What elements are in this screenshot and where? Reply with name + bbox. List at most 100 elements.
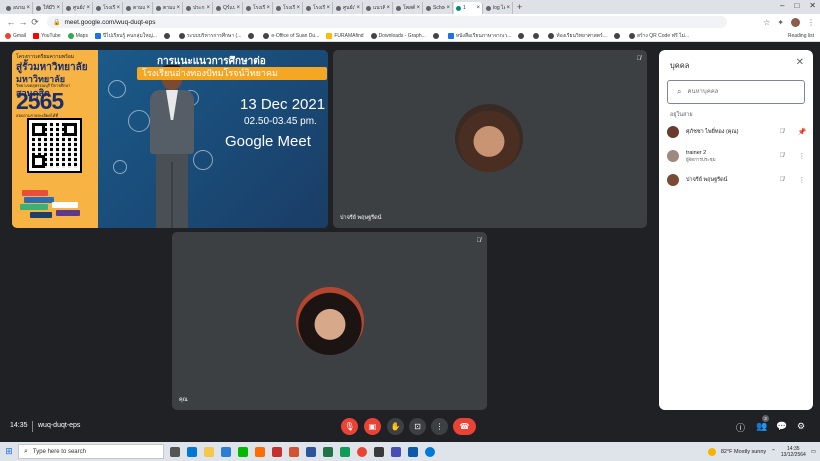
reload-icon[interactable]: ⟳ [29,17,41,28]
tab-close-icon[interactable]: × [86,5,90,11]
browser-tab[interactable]: โรงเรียน× [244,2,273,14]
tab-close-icon[interactable]: × [56,5,60,11]
word-icon[interactable] [306,446,316,457]
line-icon[interactable] [238,446,248,457]
raise-hand-button[interactable]: ✋ [387,418,404,435]
excel-icon[interactable] [323,446,333,457]
bookmark-item[interactable]: Maps [67,32,88,39]
browser-tab[interactable]: แนวคิด× [364,2,393,14]
bookmark-item[interactable]: สร้าง QR Code ฟรี ไม่... [628,32,689,40]
tab-close-icon[interactable]: × [326,5,330,11]
browser-tab[interactable]: Qร์แน × [214,2,243,14]
bookmark-item[interactable]: ระบบบริหารการศึกษา (... [178,32,241,40]
network-icon[interactable]: ⌃ [771,449,776,455]
browser-tab[interactable]: โรงเรียน× [274,2,303,14]
mail-icon[interactable] [221,446,231,457]
edge-icon[interactable] [425,446,435,457]
bookmark-star-icon[interactable]: ☆ [763,18,770,27]
tab-close-icon[interactable]: × [26,5,30,11]
tab-close-icon[interactable]: × [356,5,360,11]
bookmark-item[interactable] [518,32,526,39]
reading-list[interactable]: Reading list [788,33,820,39]
file-explorer-icon[interactable] [204,446,214,457]
bookmark-item[interactable]: ห้องเรียนวิทยาศาสตร์... [548,32,607,40]
more-options-icon[interactable]: ⋮ [797,152,807,160]
more-options-icon[interactable]: ⋮ [797,176,807,184]
weather-text[interactable]: 82°F Mostly sunny [721,449,766,455]
browser-tab[interactable]: ให้มีวิทยา× [34,2,63,14]
acrobat-icon[interactable] [272,446,282,457]
taskbar-search[interactable]: ⌕ Type here to search [18,444,164,459]
bookmark-item[interactable]: Gmail [5,32,26,39]
forward-icon[interactable]: → [17,17,29,27]
bookmark-item[interactable]: e-Office of Suan Du... [263,32,319,39]
people-search-input[interactable] [687,89,788,95]
system-clock[interactable]: 14:35 13/12/2564 [781,446,806,458]
maximize-icon[interactable]: □ [794,1,799,10]
camera-toggle-button[interactable]: ▣ [364,418,381,435]
new-tab-icon[interactable]: + [517,2,522,12]
browser-tab[interactable]: 1 × [454,2,483,14]
activities-icon[interactable]: ⚙ [797,421,805,432]
browser-tab[interactable]: School× [424,2,453,14]
browser-tab[interactable]: ตามแนว× [154,2,183,14]
bookmark-item[interactable]: ปีไปเรียนรู้ คนกลุ่มใหญ่... [94,32,157,40]
powerpoint-icon[interactable] [289,446,299,457]
illustrator-icon[interactable] [255,446,265,457]
teams-icon[interactable] [391,446,401,457]
task-view-icon[interactable] [170,446,180,457]
tab-close-icon[interactable]: × [476,5,480,11]
bookmark-item[interactable]: FURAMAfind [326,32,364,39]
pin-icon[interactable]: 📌 [797,128,807,136]
tab-close-icon[interactable]: × [116,5,120,11]
close-window-icon[interactable]: ✕ [809,1,816,10]
tab-close-icon[interactable]: × [416,5,420,11]
app-icon[interactable] [374,446,384,457]
browser-tab[interactable]: ศูนย์เรียน× [64,2,93,14]
store-icon[interactable] [187,446,197,457]
bookmark-item[interactable]: หนังสือเรียนภาษาจากเว... [447,32,511,40]
chrome-icon[interactable] [357,446,367,457]
bookmark-item[interactable] [248,32,256,39]
minimize-icon[interactable]: – [780,1,784,10]
bookmark-item[interactable] [163,32,172,39]
bookmark-item[interactable] [432,32,441,39]
tab-close-icon[interactable]: × [296,5,300,11]
browser-tab[interactable]: ศูนย์เรียน× [334,2,363,14]
bookmark-item[interactable]: YouTube [33,32,61,39]
browser-tab[interactable]: โรงเรียน× [94,2,123,14]
tab-close-icon[interactable]: × [236,5,240,11]
person-row[interactable]: ศุภัชชา ไพยี่ทอง (คุณ) 🎙̸ 📌 [667,124,807,140]
more-options-button[interactable]: ⋮ [431,418,448,435]
tab-close-icon[interactable]: × [386,5,390,11]
chat-icon[interactable]: 💬 [776,421,787,432]
info-icon[interactable]: ⓘ [736,421,745,434]
browser-tab[interactable]: อบรมการ× [4,2,33,14]
windows-start-icon[interactable]: ⊞ [0,446,18,457]
extensions-icon[interactable]: ✦ [777,18,784,27]
notification-icon[interactable]: ▭ [811,449,816,455]
browser-tab[interactable]: log ไอ × [484,2,513,14]
tab-close-icon[interactable]: × [446,5,450,11]
back-icon[interactable]: ← [5,17,17,27]
browser-tab[interactable]: ประกาศ× [184,2,213,14]
url-bar[interactable]: 🔒 meet.google.com/wuq-duqt-eps [47,16,727,28]
close-icon[interactable]: ✕ [796,57,804,68]
app-icon[interactable] [408,446,418,457]
bookmark-item[interactable] [533,32,541,39]
tab-close-icon[interactable]: × [206,5,210,11]
leave-call-button[interactable]: ☎ [453,418,476,435]
people-search-box[interactable]: ⌕ [667,80,805,104]
profile-avatar[interactable] [791,17,800,27]
tab-close-icon[interactable]: × [506,5,510,11]
browser-tab[interactable]: โรงเรียน× [304,2,333,14]
mic-toggle-button[interactable]: 🎙 [341,418,358,435]
tab-close-icon[interactable]: × [146,5,150,11]
bookmark-item[interactable] [613,32,622,39]
chrome-app-icon[interactable] [340,446,350,457]
people-icon[interactable]: 👥 [756,421,767,432]
browser-tab[interactable]: โพสต์ × [394,2,423,14]
person-row[interactable]: trainer 2 ผู้จัดการประชุม 🎙̸ ⋮ [667,148,807,164]
tab-close-icon[interactable]: × [266,5,270,11]
browser-tab[interactable]: ตามแนว× [124,2,153,14]
